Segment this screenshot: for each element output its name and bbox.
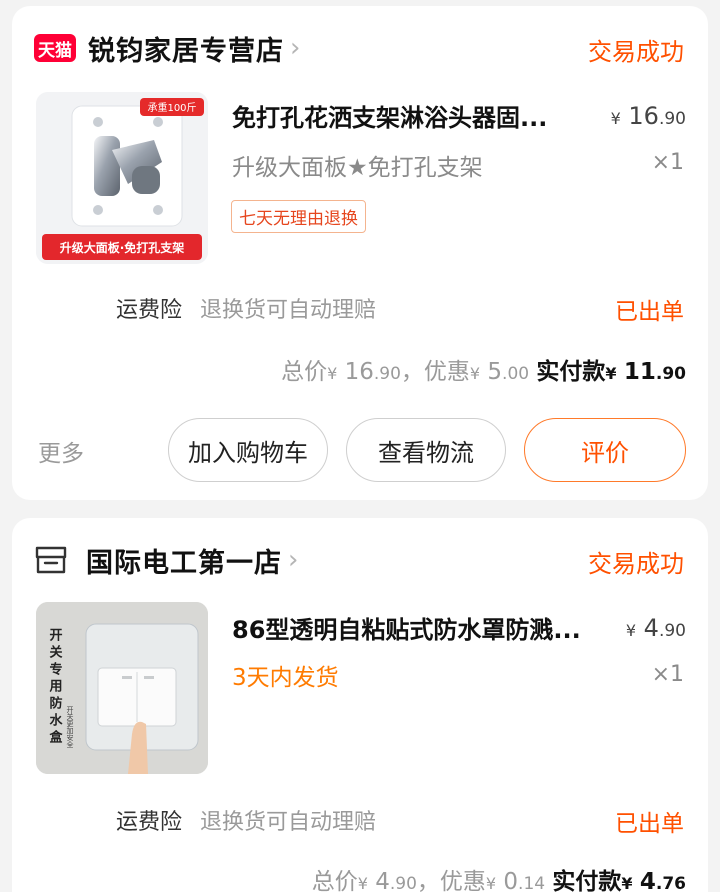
insurance-label: 运费险 (116, 298, 183, 323)
review-button[interactable]: 评价 (524, 418, 686, 482)
insurance-desc: 退换货可自动理赔 (200, 810, 377, 835)
insurance-desc: 退换货可自动理赔 (200, 298, 377, 323)
shop-name[interactable]: 锐钧家居专营店 (88, 29, 284, 68)
order-totals: 总价¥ 16.90，优惠¥ 5.00 实付款¥ 11.90 (281, 359, 686, 385)
product-spec: 升级大面板★免打孔支架 (232, 155, 483, 181)
order-totals: 总价¥ 4.90，优惠¥ 0.14 实付款¥ 4.76 (312, 862, 686, 892)
chevron-right-icon[interactable]: › (290, 33, 300, 63)
shop-header[interactable]: 天猫 锐钧家居专营店 › (34, 28, 300, 68)
product-image[interactable]: 承重100斤 升级大面板·免打孔支架 (36, 92, 208, 264)
paid-label: 实付款 (552, 869, 622, 892)
quantity: ×1 (651, 662, 684, 687)
add-to-cart-button[interactable]: 加入购物车 (168, 418, 328, 482)
unit-price: ¥ 16.90 (610, 102, 686, 130)
paid-label: 实付款 (536, 359, 606, 385)
store-icon (34, 545, 68, 575)
view-logistics-button[interactable]: 查看物流 (346, 418, 506, 482)
order-card[interactable]: 国际电工第一店 › 交易成功 开关专用防水盒 开关更加安全 86型透明自粘贴式防… (12, 518, 708, 892)
shipping-insurance[interactable]: 运费险 退换货可自动理赔 (116, 804, 376, 836)
order-status: 交易成功 (588, 38, 684, 66)
shipping-status: 已出单 (615, 299, 684, 325)
delivery-promise: 3天内发货 (232, 665, 339, 691)
shop-header[interactable]: 国际电工第一店 › (34, 540, 298, 580)
product-image[interactable]: 开关专用防水盒 开关更加安全 (36, 602, 208, 774)
tmall-logo-icon: 天猫 (34, 34, 76, 62)
order-status: 交易成功 (588, 550, 684, 578)
chevron-right-icon[interactable]: › (288, 545, 298, 575)
paid-amount: 4 (639, 869, 656, 892)
unit-price: ¥ 4.90 (625, 614, 686, 642)
product-title[interactable]: 免打孔花洒支架淋浴头器固... (232, 98, 584, 133)
return-policy-tag: 七天无理由退换 (231, 200, 366, 233)
svg-text:开关专用防水盒: 开关专用防水盒 (47, 628, 64, 747)
shop-name[interactable]: 国际电工第一店 (86, 541, 282, 580)
more-button[interactable]: 更多 (38, 434, 84, 468)
svg-text:承重100斤: 承重100斤 (147, 101, 196, 114)
shipping-status: 已出单 (615, 811, 684, 837)
svg-text:升级大面板·免打孔支架: 升级大面板·免打孔支架 (60, 240, 185, 255)
insurance-label: 运费险 (116, 810, 183, 835)
order-card[interactable]: 天猫 锐钧家居专营店 › 交易成功 承重100斤 升级大面板·免打孔支架 免打孔… (12, 6, 708, 500)
shower-holder-image: 承重100斤 升级大面板·免打孔支架 (36, 92, 208, 264)
svg-text:开关更加安全: 开关更加安全 (66, 706, 74, 748)
quantity: ×1 (651, 150, 684, 175)
paid-amount: 11 (623, 359, 656, 385)
shipping-insurance[interactable]: 运费险 退换货可自动理赔 (116, 292, 376, 324)
product-title[interactable]: 86型透明自粘贴式防水罩防溅... (232, 610, 584, 645)
waterproof-box-image: 开关专用防水盒 开关更加安全 (36, 602, 208, 774)
